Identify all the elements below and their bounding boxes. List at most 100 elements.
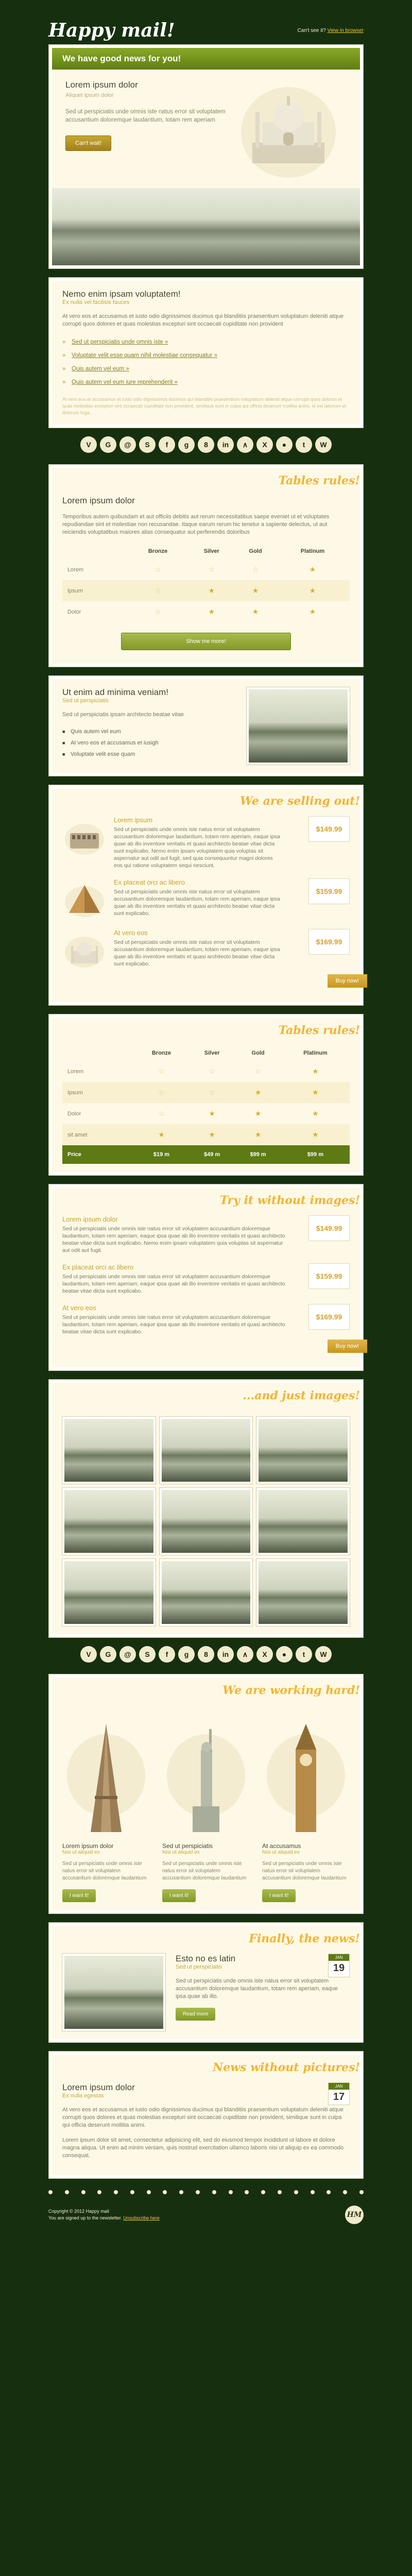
price-box: $169.99 [308,929,350,955]
star-empty-icon: ☆ [209,1088,215,1096]
social-icon[interactable]: 8 [198,1646,214,1663]
table-row: Lorem ☆ ☆ ☆ ★ [62,559,350,580]
row-label: Ipsum [62,1082,134,1103]
social-icon[interactable]: ∧ [237,1646,253,1663]
col-header: Platinum [303,1050,328,1056]
hero-body: Sed ut perspiciatis unde omnis iste natu… [65,109,226,123]
date-badge: JAN 17 [328,2082,350,2105]
social-icon[interactable]: g [178,1646,195,1663]
social-icon[interactable]: 8 [198,436,214,453]
item-title: Lorem ipsum dolor [62,1215,118,1223]
star-filled-icon: ★ [312,1088,319,1096]
gallery-photo[interactable] [159,1488,253,1555]
star-filled-icon: ★ [209,1130,215,1139]
star-empty-icon: ☆ [208,565,215,573]
social-icon[interactable]: in [217,1646,234,1663]
feature-title: Ut enim ad minima veniam! [62,687,168,697]
intro-link[interactable]: Sed ut perspiciatis unde omnis iste » [62,335,350,349]
hero: Lorem ipsum dolor Aliquet ipsum dolor Se… [49,70,363,188]
gallery-photo[interactable] [256,1417,350,1484]
gallery-photo[interactable] [62,1488,156,1555]
want-it-button[interactable]: I want it! [162,1889,196,1902]
social-icon[interactable]: X [256,1646,273,1663]
work-subtitle: Nisi ut aliquid ex [162,1850,200,1855]
price-box: $149.99 [308,816,350,842]
cant-wait-button[interactable]: Can't wait! [65,135,112,151]
gallery-photo[interactable] [62,1559,156,1626]
read-more-button[interactable]: Read more [176,2008,216,2021]
show-more-button[interactable]: Show me more! [121,633,291,650]
date-month: JAN [329,1954,349,1961]
social-icon[interactable]: f [159,436,175,453]
star-filled-icon: ★ [209,1109,215,1117]
star-filled-icon: ★ [312,1067,319,1075]
pricing-table: Bronze Silver Gold Platinum Lorem ☆ ☆ ☆ ★ Ips… [62,544,350,622]
want-it-button[interactable]: I want it! [262,1889,296,1902]
star-empty-icon: ☆ [254,1067,262,1075]
work-text: Sed ut perspiciatis unde omnis iste natu… [262,1861,347,1881]
intro-link[interactable]: Quis autem vel eum » [62,362,350,376]
buy-now-button[interactable]: Buy now! [327,1340,367,1353]
images-card: ...and just images! [48,1379,364,1638]
date-day: 19 [333,1962,345,1974]
social-icon[interactable]: W [315,1646,332,1663]
hero-subtitle: Aliquet ipsum dolor [65,92,114,98]
dot [310,2190,315,2194]
star-filled-icon: ★ [312,1130,319,1139]
social-icon[interactable]: V [80,1646,97,1663]
news-text: Sed ut perspiciatis unde omnis iste natu… [176,1978,338,1999]
star-filled-icon: ★ [158,1130,165,1139]
social-icon[interactable]: t [296,436,312,453]
table-row: Dolor ☆ ★ ★ ★ [62,1103,350,1124]
social-icon[interactable]: f [159,1646,175,1663]
gallery-photo[interactable] [159,1417,253,1484]
star-empty-icon: ☆ [158,1109,165,1117]
social-icon[interactable]: X [256,436,273,453]
gallery-photo[interactable] [256,1559,350,1626]
working-heading: We are working hard! [222,1684,360,1697]
star-filled-icon: ★ [208,607,215,616]
social-icon[interactable]: ∧ [237,436,253,453]
want-it-button[interactable]: I want it! [62,1889,96,1902]
social-icon[interactable]: V [80,436,97,453]
social-icon[interactable]: G [100,436,116,453]
unsubscribe-link[interactable]: Unsubscribe here [123,2215,160,2221]
intro-card: Nemo enim ipsam voluptatem! Ex nulla vel… [48,277,364,428]
row-label: Lorem [67,1068,84,1075]
star-filled-icon: ★ [309,586,316,595]
price-cell: Price [62,1145,134,1164]
buy-now-button[interactable]: Buy now! [327,974,367,988]
social-icon[interactable]: in [217,436,234,453]
social-icon[interactable]: S [139,436,156,453]
social-icon[interactable]: t [296,1646,312,1663]
intro-title: Nemo enim ipsam voluptatem! [62,289,181,299]
social-icon[interactable]: g [178,436,195,453]
social-icon[interactable]: @ [119,436,136,453]
row-label: Lorem [67,566,84,573]
view-in-browser-link[interactable]: View in browser [328,28,364,33]
noimg-item: At vero eos Sed ut perspiciatis unde omn… [62,1304,350,1335]
pricing-table: Bronze Silver Gold Platinum Lorem ☆ ☆ ☆ ★ Ips… [62,1045,350,1164]
intro-link[interactable]: Quis autem vel eum iure reprehenderit » [62,376,350,389]
social-icon[interactable]: ● [276,1646,293,1663]
intro-links: Sed ut perspiciatis unde omnis iste » Vo… [62,335,350,389]
intro-body: At vero eos et accusamus et iusto odio d… [62,313,344,327]
star-empty-icon: ☆ [252,565,259,573]
footer-text: Copyright © 2012 Happy mail You are sign… [48,2209,160,2221]
dot [294,2190,298,2194]
star-filled-icon: ★ [254,1088,262,1096]
social-icon[interactable]: W [315,436,332,453]
social-icon[interactable]: S [139,1646,156,1663]
gallery-photo[interactable] [256,1488,350,1555]
intro-link[interactable]: Voluptate velit esse quam nihil molestia… [62,349,350,362]
work-subtitle: Nisi ut aliquid ex [62,1850,100,1855]
hero-title: Lorem ipsum dolor [65,80,138,90]
social-icon[interactable]: @ [119,1646,136,1663]
gallery-photo[interactable] [62,1417,156,1484]
dot [359,2190,364,2194]
gallery-photo[interactable] [159,1559,253,1626]
feature-photo [247,687,350,765]
social-icon[interactable]: ● [276,436,293,453]
social-icon[interactable]: G [100,1646,116,1663]
social-row-bottom: V G @ S f g 8 in ∧ X ● t W [0,1646,412,1663]
